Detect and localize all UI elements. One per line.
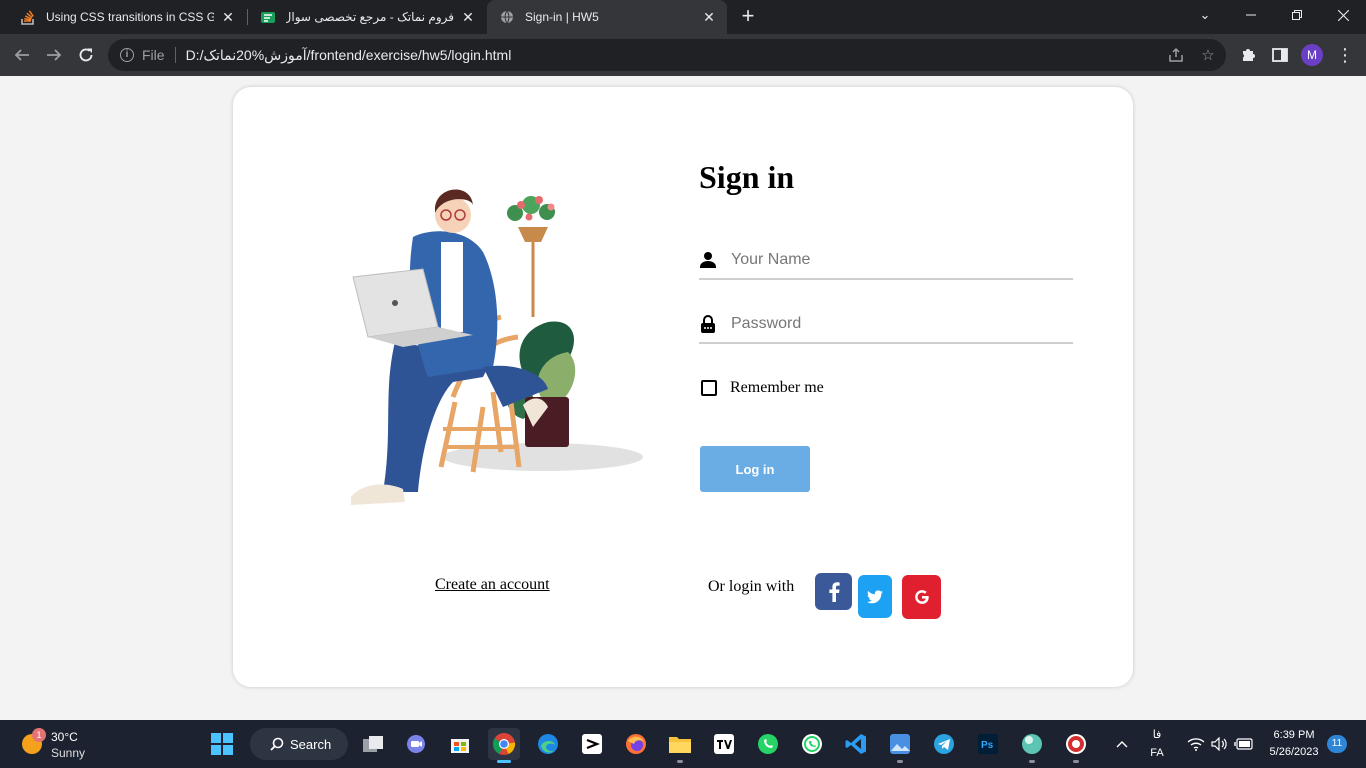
search-label: Search <box>290 736 332 752</box>
address-bar[interactable]: i File D:/آموزش%20نماتک/frontend/exercis… <box>108 39 1226 71</box>
globe-icon <box>499 9 515 25</box>
close-tab-icon[interactable]: ✕ <box>460 9 476 25</box>
person-with-laptop-illustration <box>351 189 643 505</box>
circle-app-icon[interactable] <box>1016 728 1048 763</box>
task-view-icon[interactable] <box>357 728 389 760</box>
clock-date[interactable]: 5/26/2023 <box>1262 746 1326 758</box>
edge-icon[interactable] <box>532 728 564 760</box>
reload-icon[interactable] <box>72 41 100 69</box>
login-card: Sign in Remember me Log in Create an acc… <box>233 87 1133 687</box>
extensions-puzzle-icon[interactable] <box>1238 45 1258 65</box>
notification-count-badge[interactable]: 11 <box>1327 735 1347 753</box>
running-indicator <box>677 760 683 763</box>
windows-logo-icon <box>211 733 233 755</box>
vscode-icon[interactable] <box>840 728 872 760</box>
forward-arrow-icon[interactable] <box>40 41 68 69</box>
remember-me-checkbox[interactable] <box>701 380 717 396</box>
close-tab-icon[interactable]: ✕ <box>701 9 717 25</box>
password-field <box>699 306 1073 344</box>
info-icon[interactable]: i <box>120 48 134 62</box>
capcut-icon[interactable] <box>576 728 608 760</box>
google-button[interactable] <box>902 575 941 619</box>
tab-nematec-forum[interactable]: فروم نماتک - مرجع تخصصی سوال ✕ <box>248 0 486 34</box>
search-icon <box>270 737 284 751</box>
password-input[interactable] <box>731 310 1061 338</box>
whatsapp-web-icon[interactable] <box>796 728 828 760</box>
tab-title: فروم نماتک - مرجع تخصصی سوال <box>286 10 454 24</box>
restore-button[interactable] <box>1274 0 1320 30</box>
remember-me-label: Remember me <box>730 379 824 396</box>
remember-me-row[interactable]: Remember me <box>701 379 824 397</box>
tradingview-icon[interactable] <box>708 728 740 760</box>
teams-chat-icon[interactable] <box>400 728 432 760</box>
tab-title: Sign-in | HW5 <box>525 10 599 24</box>
telegram-icon[interactable] <box>928 728 960 760</box>
profile-avatar[interactable]: M <box>1301 44 1323 66</box>
divider <box>174 47 176 63</box>
minimize-button[interactable] <box>1228 0 1274 30</box>
name-field <box>699 242 1073 280</box>
wifi-icon[interactable] <box>1184 728 1208 760</box>
or-login-with-label: Or login with <box>708 578 795 595</box>
facebook-icon <box>828 581 840 602</box>
facebook-button[interactable] <box>815 573 852 610</box>
bookmark-star-icon[interactable]: ☆ <box>1199 46 1217 64</box>
scheme-label: File <box>142 47 165 63</box>
running-indicator <box>1073 760 1079 763</box>
new-tab-button[interactable]: + <box>736 5 760 29</box>
user-icon <box>700 252 716 268</box>
clock-time[interactable]: 6:39 PM <box>1262 729 1326 741</box>
menu-kebab-icon[interactable]: ⋮ <box>1335 45 1355 65</box>
weather-widget[interactable]: 1 30°C Sunny <box>20 728 150 760</box>
file-explorer-icon[interactable] <box>664 728 696 763</box>
start-button[interactable] <box>206 728 238 760</box>
firefox-icon[interactable] <box>620 728 652 760</box>
google-icon <box>914 590 929 604</box>
login-button[interactable]: Log in <box>700 446 810 492</box>
lock-icon <box>701 315 715 333</box>
volume-icon[interactable] <box>1208 728 1232 760</box>
flower-pot <box>507 196 555 317</box>
side-panel-icon[interactable] <box>1270 45 1290 65</box>
active-indicator <box>497 760 511 763</box>
microsoft-store-icon[interactable] <box>444 728 476 760</box>
show-hidden-icons-chevron-icon[interactable] <box>1108 728 1136 760</box>
battery-icon[interactable] <box>1232 728 1256 760</box>
photoshop-icon[interactable]: Ps <box>972 728 1004 760</box>
close-tab-icon[interactable]: ✕ <box>220 9 236 25</box>
chrome-icon[interactable] <box>488 728 520 763</box>
browser-tab-strip: Using CSS transitions in CSS Grid ✕ فروم… <box>0 0 1366 34</box>
create-account-link[interactable]: Create an account <box>435 576 550 594</box>
name-input[interactable] <box>731 246 1061 274</box>
photos-icon[interactable] <box>884 728 916 763</box>
browser-toolbar: i File D:/آموزش%20نماتک/frontend/exercis… <box>0 34 1366 76</box>
tab-search-chevron-icon[interactable]: ⌄ <box>1182 0 1228 30</box>
tab-css-transitions[interactable]: Using CSS transitions in CSS Grid ✕ <box>8 0 246 34</box>
weather-temp: 30°C <box>51 730 78 744</box>
stackoverflow-icon <box>20 9 36 25</box>
whatsapp-icon[interactable] <box>752 728 784 760</box>
share-icon[interactable] <box>1167 46 1185 64</box>
tab-title: Using CSS transitions in CSS Grid <box>46 10 214 24</box>
tab-sign-in[interactable]: Sign-in | HW5 ✕ <box>487 0 727 34</box>
url-text[interactable]: D:/آموزش%20نماتک/frontend/exercise/hw5/l… <box>186 47 512 64</box>
page-title: Sign in <box>699 159 795 195</box>
running-indicator <box>1029 760 1035 763</box>
running-indicator <box>897 760 903 763</box>
windows-taskbar: 1 30°C Sunny Search Ps فا FA 6:39 PM 5/2… <box>0 720 1366 768</box>
nematec-icon <box>260 9 276 25</box>
language-script[interactable]: فا <box>1146 728 1168 741</box>
weather-badge: 1 <box>32 728 46 742</box>
twitter-icon <box>867 589 883 603</box>
weather-condition: Sunny <box>51 746 86 760</box>
twitter-button[interactable] <box>858 575 892 618</box>
close-window-button[interactable] <box>1320 0 1366 30</box>
taskbar-search[interactable]: Search <box>250 728 348 760</box>
back-arrow-icon[interactable] <box>8 41 36 69</box>
screen-recorder-icon[interactable] <box>1060 728 1092 763</box>
language-code[interactable]: FA <box>1146 747 1168 759</box>
svg-text:Ps: Ps <box>981 740 994 751</box>
